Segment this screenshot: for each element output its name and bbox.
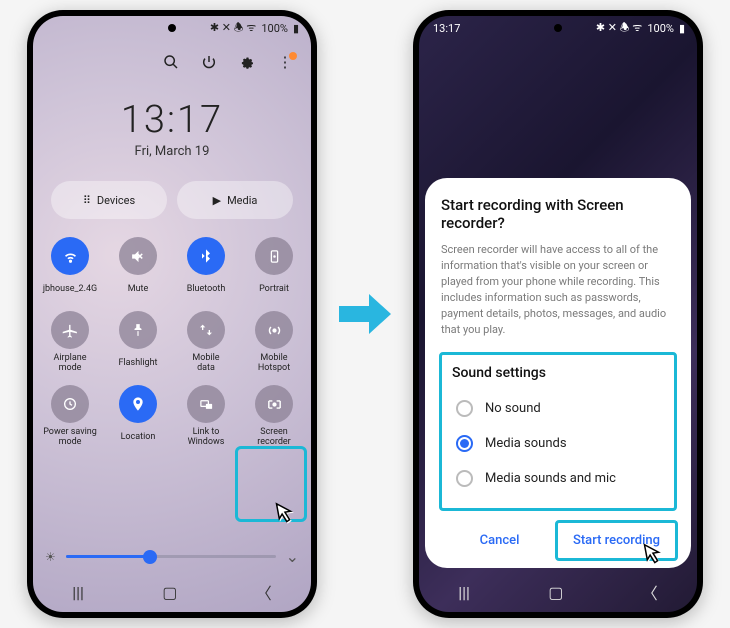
home-button[interactable]: ▢ <box>548 583 563 602</box>
devices-chip[interactable]: ⠿Devices <box>51 181 167 219</box>
battery-icon: ▮ <box>293 22 299 35</box>
battery-pct: 100% <box>647 22 674 35</box>
qs-toggle-mdata[interactable]: Mobiledata <box>173 307 239 375</box>
qs-toggle-rec[interactable]: Screenrecorder <box>241 381 307 449</box>
power-icon[interactable] <box>201 54 217 70</box>
radio-icon <box>456 435 473 452</box>
radio-label: No sound <box>485 401 541 416</box>
qs-label: Link toWindows <box>188 427 225 449</box>
qs-label: Bluetooth <box>187 279 226 301</box>
qs-label: MobileHotspot <box>258 353 290 375</box>
qs-toggle-flash[interactable]: Flashlight <box>105 307 171 375</box>
qs-toggle-portrait[interactable]: Portrait <box>241 233 307 301</box>
pointer-cursor-icon <box>637 541 667 578</box>
qs-toggle-plane[interactable]: Airplanemode <box>37 307 103 375</box>
clock: 13:17 Fri, March 19 <box>33 98 311 159</box>
qs-toggle-link[interactable]: Link toWindows <box>173 381 239 449</box>
flash-icon <box>119 311 157 349</box>
portrait-icon <box>255 237 293 275</box>
radio-label: Media sounds <box>485 436 567 451</box>
recents-button[interactable]: ||| <box>72 583 84 602</box>
sound-option-1[interactable]: Media sounds <box>448 426 668 461</box>
wifi-icon <box>51 237 89 275</box>
status-time: 13:17 <box>433 22 460 35</box>
brightness-icon: ☀ <box>45 550 56 564</box>
qs-label: Location <box>121 427 156 449</box>
plane-icon <box>51 311 89 349</box>
status-icons: ✱ ✕ 🕭 ᯤ <box>210 19 257 38</box>
qs-label: Portrait <box>259 279 289 301</box>
screen-recorder-dialog: Start recording with Screen recorder? Sc… <box>425 178 691 568</box>
hotspot-icon <box>255 311 293 349</box>
qs-toggle-mute[interactable]: Mute <box>105 233 171 301</box>
battery-icon: ▮ <box>679 22 685 35</box>
back-button[interactable]: 〈 <box>256 580 272 604</box>
bt-icon <box>187 237 225 275</box>
mute-icon <box>119 237 157 275</box>
media-chip[interactable]: ▶Media <box>177 181 293 219</box>
link-icon <box>187 385 225 423</box>
radio-label: Media sounds and mic <box>485 471 616 486</box>
qs-toggle-psm[interactable]: Power savingmode <box>37 381 103 449</box>
nav-bar: ||| ▢ 〈 <box>33 572 311 612</box>
camera-hole <box>168 24 176 32</box>
sound-option-2[interactable]: Media sounds and mic <box>448 461 668 496</box>
radio-icon <box>456 470 473 487</box>
more-icon[interactable]: ⋮ <box>277 54 293 70</box>
qs-label: Airplanemode <box>54 353 87 375</box>
expand-icon[interactable]: ⌄ <box>286 547 299 566</box>
gear-icon[interactable] <box>239 54 255 70</box>
rec-icon <box>255 385 293 423</box>
brightness-slider[interactable]: ☀ ⌄ <box>45 547 299 566</box>
sound-settings-title: Sound settings <box>448 365 668 381</box>
sound-settings-box: Sound settings No sound Media sounds Media… <box>439 352 677 511</box>
nav-bar: ||| ▢ 〈 <box>419 572 697 612</box>
phone-left: ✱ ✕ 🕭 ᯤ 100% ▮ ⋮ 13:17 Fri, March 19 ⠿De… <box>27 10 317 618</box>
qs-toggle-hotspot[interactable]: MobileHotspot <box>241 307 307 375</box>
phone-right: 13:17 ✱ ✕ 🕭 ᯤ 100% ▮ Start recording wit… <box>413 10 703 618</box>
qs-toggle-loc[interactable]: Location <box>105 381 171 449</box>
psm-icon <box>51 385 89 423</box>
mdata-icon <box>187 311 225 349</box>
battery-pct: 100% <box>261 22 288 35</box>
panel-top-icons: ⋮ <box>33 40 311 74</box>
clock-date: Fri, March 19 <box>33 144 311 159</box>
qs-toggle-bt[interactable]: Bluetooth <box>173 233 239 301</box>
cancel-button[interactable]: Cancel <box>441 523 558 558</box>
camera-hole <box>554 24 562 32</box>
dialog-body: Screen recorder will have access to all … <box>441 242 675 338</box>
status-icons: ✱ ✕ 🕭 ᯤ <box>596 19 643 38</box>
sound-option-0[interactable]: No sound <box>448 391 668 426</box>
qs-label: jbhouse_2.4G <box>43 279 97 301</box>
loc-icon <box>119 385 157 423</box>
home-button[interactable]: ▢ <box>162 583 177 602</box>
qs-label: Mute <box>128 279 149 301</box>
recents-button[interactable]: ||| <box>458 583 470 602</box>
clock-time: 13:17 <box>33 98 311 142</box>
qs-toggle-wifi[interactable]: jbhouse_2.4G <box>37 233 103 301</box>
qs-label: Mobiledata <box>192 353 219 375</box>
flow-arrow-icon <box>335 284 395 344</box>
search-icon[interactable] <box>163 54 179 70</box>
pointer-cursor-icon <box>269 500 299 537</box>
qs-label: Power savingmode <box>43 427 97 449</box>
radio-icon <box>456 400 473 417</box>
back-button[interactable]: 〈 <box>642 580 658 604</box>
qs-label: Flashlight <box>119 353 158 375</box>
dialog-title: Start recording with Screen recorder? <box>441 196 675 232</box>
